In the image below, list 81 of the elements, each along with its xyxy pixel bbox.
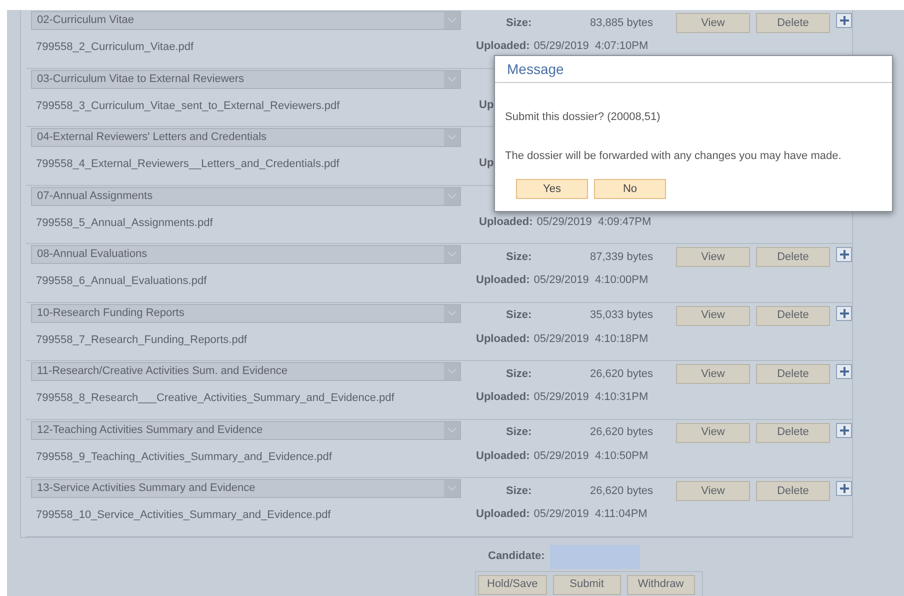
uploaded-label: Uploaded: [476,332,530,346]
view-button[interactable]: View [676,422,750,442]
chevron-down-icon [444,480,460,497]
hold-save-button[interactable]: Hold/Save [478,574,547,594]
uploaded-date: 05/29/2019 4:10:00PM [534,273,648,288]
submit-button[interactable]: Submit [552,574,621,594]
uploaded-label: Uploaded: [479,214,533,230]
file-name: 799558_8_Research___Creative_Activities_Summary_and_Evidence.pdf [35,391,396,406]
file-name: 799558_3_Curriculum_Vitae_sent_to_External_Reviewers.pdf [35,98,341,114]
size-label: Size: [506,366,533,382]
uploaded-label: Up [479,156,494,171]
category-dropdown[interactable]: 07-Annual Assignments [31,186,461,206]
size-value: 26,620 bytes [589,425,654,440]
size-value: 26,620 bytes [589,366,654,382]
chevron-down-icon [444,246,460,263]
no-button[interactable]: No [594,179,666,199]
add-icon[interactable] [836,481,852,496]
uploaded-label: Uploaded: [476,507,530,522]
uploaded-date: 05/29/2019 4:10:18PM [534,332,648,346]
chevron-down-icon [444,422,460,438]
dialog-title: Message [507,60,564,79]
chevron-down-icon [444,304,460,322]
file-name: 799558_6_Annual_Evaluations.pdf [35,274,208,289]
category-dropdown[interactable]: 02-Curriculum Vitae [31,11,461,30]
category-dropdown[interactable]: 12-Teaching Activities Summary and Evidence [31,420,461,440]
view-button[interactable]: View [676,247,750,267]
uploaded-label: Uploaded: [476,390,530,405]
file-name: 799558_4_External_Reviewers__Letters_and_Credentials.pdf [35,157,340,172]
delete-button[interactable]: Delete [756,422,830,442]
add-icon[interactable] [836,364,852,379]
delete-button[interactable]: Delete [756,247,830,267]
yes-button[interactable]: Yes [516,179,588,199]
category-dropdown[interactable]: 11-Research/Creative Activities Sum. and Evidence [31,362,461,381]
add-icon[interactable] [836,247,852,262]
size-label: Size: [506,16,533,31]
uploaded-date: 05/29/2019 4:09:47PM [536,214,652,230]
category-dropdown[interactable]: 13-Service Activities Summary and Evidence [31,479,461,498]
size-label: Size: [506,308,533,324]
file-name: 799558_9_Teaching_Activities_Summary_and_Evidence.pdf [35,450,333,464]
dialog-message: The dossier will be forwarded with any changes you may have made. [505,148,842,164]
chevron-down-icon [444,363,460,380]
view-button[interactable]: View [676,13,750,33]
category-dropdown[interactable]: 08-Annual Evaluations [31,245,461,264]
size-label: Size: [506,484,533,499]
uploaded-label: Uploaded: [476,39,530,54]
candidate-label: Candidate: [488,549,546,564]
uploaded-date: 05/29/2019 4:11:04PM [534,507,648,522]
chevron-down-icon [444,188,460,204]
category-dropdown[interactable]: 04-External Reviewers' Letters and Credentials [31,128,461,147]
size-label: Size: [506,425,533,440]
file-name: 799558_5_Annual_Assignments.pdf [35,216,214,230]
add-icon[interactable] [836,422,852,438]
add-icon[interactable] [836,306,852,320]
size-label: Size: [506,250,533,265]
delete-button[interactable]: Delete [756,364,830,384]
file-name: 799558_10_Service_Activities_Summary_and_Evidence.pdf [35,508,332,523]
uploaded-date: 05/29/2019 4:07:10PM [534,39,648,54]
delete-button[interactable]: Delete [756,306,830,326]
uploaded-date: 05/29/2019 4:10:31PM [534,390,648,405]
size-value: 26,620 bytes [589,484,654,499]
uploaded-label: Uploaded: [476,448,530,464]
delete-button[interactable]: Delete [756,481,830,501]
chevron-down-icon [444,70,460,88]
delete-button[interactable]: Delete [756,13,830,33]
view-button[interactable]: View [676,364,750,384]
category-dropdown[interactable]: 10-Research Funding Reports [31,304,461,322]
file-name: 799558_7_Research_Funding_Reports.pdf [35,332,248,348]
view-button[interactable]: View [676,306,750,326]
category-dropdown[interactable]: 03-Curriculum Vitae to External Reviewers [31,70,461,88]
uploaded-label: Uploaded: [476,273,530,288]
withdraw-button[interactable]: Withdraw [626,574,695,594]
file-name: 799558_2_Curriculum_Vitae.pdf [35,40,195,55]
size-value: 83,885 bytes [589,16,654,31]
size-value: 35,033 bytes [589,308,654,324]
add-icon[interactable] [836,13,852,28]
dialog-question: Submit this dossier? (20008,51) [505,110,662,125]
size-value: 87,339 bytes [589,250,654,265]
view-button[interactable]: View [676,481,750,501]
chevron-down-icon [444,129,460,146]
uploaded-date: 05/29/2019 4:10:50PM [534,448,648,464]
uploaded-label: Up [479,98,494,112]
